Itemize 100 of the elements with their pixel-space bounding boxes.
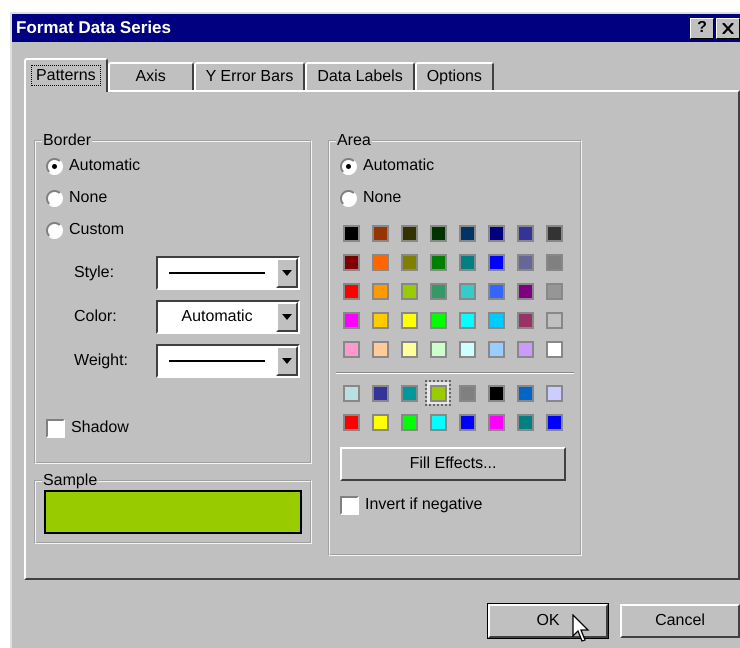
field-label: Style: [74, 264, 116, 282]
caret-icon [282, 270, 292, 276]
color-swatch[interactable] [488, 414, 504, 430]
radio-label: Custom [69, 221, 124, 239]
color-swatch[interactable] [488, 340, 504, 358]
close-icon [722, 22, 734, 34]
color-swatch[interactable] [516, 312, 534, 328]
color-swatch[interactable] [342, 282, 360, 300]
color-swatch[interactable] [430, 384, 446, 402]
color-swatch[interactable] [458, 384, 476, 402]
color-swatch[interactable] [430, 254, 446, 270]
color-swatch[interactable] [458, 224, 476, 242]
color-swatch[interactable] [458, 312, 476, 328]
color-swatch[interactable] [400, 224, 418, 242]
tab[interactable]: Axis [108, 62, 194, 90]
group-label: Border [42, 132, 92, 150]
caret-icon [282, 358, 292, 364]
tab[interactable]: Y Error Bars [194, 62, 306, 90]
color-swatch[interactable] [546, 224, 562, 242]
color-swatch[interactable] [372, 312, 388, 328]
color-swatch[interactable] [488, 384, 504, 402]
color-swatch[interactable] [372, 254, 388, 270]
color-swatch[interactable] [372, 340, 388, 358]
color-swatch[interactable] [430, 414, 446, 430]
radio-button[interactable] [340, 158, 357, 174]
caret-icon [282, 314, 292, 320]
color-swatch[interactable] [488, 312, 504, 328]
radio-label: None [363, 189, 402, 207]
radio-button[interactable] [46, 222, 63, 238]
color-swatch[interactable] [546, 384, 562, 402]
field-label: Color: [74, 308, 118, 326]
color-swatch[interactable] [430, 340, 446, 358]
color-swatch[interactable] [546, 312, 562, 328]
window-title: Format Data Series [16, 18, 171, 38]
color-swatch[interactable] [546, 340, 562, 358]
color-swatch[interactable] [458, 340, 476, 358]
color-swatch[interactable] [516, 254, 534, 270]
color-swatch[interactable] [546, 254, 562, 270]
color-swatch[interactable] [516, 340, 534, 358]
color-swatch[interactable] [342, 414, 360, 430]
color-swatch[interactable] [458, 414, 476, 430]
tab[interactable]: Data Labels [305, 62, 415, 90]
tab[interactable]: Options [414, 62, 494, 90]
radio-button[interactable] [46, 158, 63, 174]
color-swatch[interactable] [342, 254, 360, 270]
tab[interactable]: Patterns [24, 58, 108, 92]
group-label: Sample [42, 472, 98, 490]
color-swatch[interactable] [372, 282, 388, 300]
color-swatch[interactable] [342, 384, 360, 402]
color-swatch[interactable] [400, 282, 418, 300]
dropdown-field[interactable] [156, 344, 300, 378]
color-swatch[interactable] [488, 224, 504, 242]
color-swatch[interactable] [372, 224, 388, 242]
color-swatch[interactable] [516, 414, 534, 430]
color-swatch[interactable] [488, 282, 504, 300]
color-swatch[interactable] [488, 254, 504, 270]
dropdown-button[interactable] [276, 346, 298, 376]
color-swatch[interactable] [516, 224, 534, 242]
color-swatch[interactable] [372, 414, 388, 430]
color-swatch[interactable] [400, 384, 418, 402]
color-swatch[interactable] [430, 282, 446, 300]
dialog-button[interactable]: Cancel [620, 604, 740, 638]
checkbox[interactable] [340, 496, 359, 514]
color-swatch[interactable] [430, 224, 446, 242]
color-swatch[interactable] [400, 414, 418, 430]
radio-button[interactable] [340, 190, 357, 206]
radio-button[interactable] [46, 190, 63, 206]
help-button[interactable]: ? [690, 18, 714, 38]
dropdown-field[interactable] [156, 256, 300, 290]
dropdown-value: Automatic [181, 308, 253, 326]
color-swatch[interactable] [546, 414, 562, 430]
color-swatch[interactable] [516, 384, 534, 402]
color-swatch[interactable] [400, 312, 418, 328]
dropdown-button[interactable] [276, 302, 298, 332]
dialog-button[interactable]: OK [488, 604, 608, 638]
line-style-icon [169, 360, 265, 362]
color-swatch[interactable] [400, 254, 418, 270]
color-swatch[interactable] [342, 312, 360, 328]
line-style-icon [169, 272, 265, 274]
color-swatch[interactable] [458, 282, 476, 300]
group-label: Area [336, 132, 372, 150]
close-button[interactable] [716, 18, 740, 38]
dropdown-field[interactable]: Automatic [156, 300, 300, 334]
fill-effects-button[interactable]: Fill Effects... [340, 447, 566, 481]
color-swatch[interactable] [458, 254, 476, 270]
color-swatch[interactable] [342, 224, 360, 242]
color-swatch[interactable] [342, 340, 360, 358]
color-swatch[interactable] [546, 282, 562, 300]
field-label: Weight: [74, 352, 129, 370]
checkbox[interactable] [46, 418, 65, 438]
color-swatch[interactable] [430, 312, 446, 328]
dropdown-button[interactable] [276, 258, 298, 288]
color-swatch[interactable] [372, 384, 388, 402]
checkbox-label: Invert if negative [365, 496, 482, 514]
radio-label: Automatic [69, 157, 140, 175]
mouse-pointer-icon [572, 614, 592, 644]
color-swatch[interactable] [516, 282, 534, 300]
color-swatch[interactable] [400, 340, 418, 358]
checkbox-label: Shadow [71, 419, 129, 437]
radio-label: None [69, 189, 108, 207]
